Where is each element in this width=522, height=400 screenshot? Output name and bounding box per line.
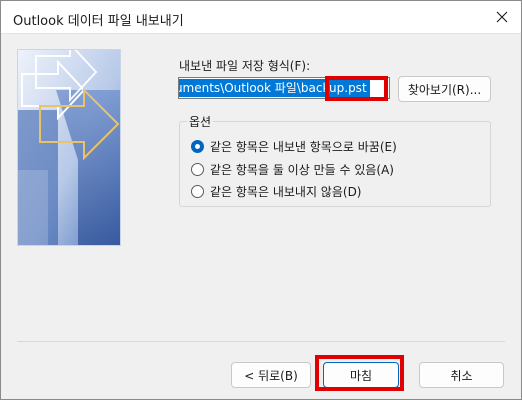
radio-replace-duplicates[interactable] [191, 140, 204, 153]
option-replace-duplicates-label: 같은 항목은 내보낸 항목으로 바꿈(E) [210, 140, 397, 154]
close-icon [496, 11, 508, 23]
close-button[interactable] [487, 4, 517, 30]
option-skip-duplicates[interactable]: 같은 항목은 내보내지 않음(D) [191, 183, 362, 200]
window-title: Outlook 데이터 파일 내보내기 [13, 14, 184, 29]
filename-highlight [325, 76, 388, 101]
radio-skip-duplicates[interactable] [191, 185, 204, 198]
back-button[interactable]: < 뒤로(B) [231, 362, 311, 388]
option-skip-duplicates-label: 같은 항목은 내보내지 않음(D) [210, 185, 362, 199]
footer-divider [17, 341, 505, 342]
title-bar: Outlook 데이터 파일 내보내기 [1, 1, 521, 34]
radio-allow-duplicates[interactable] [191, 163, 204, 176]
export-format-label: 내보낸 파일 저장 형식(F): [179, 59, 311, 73]
options-label: 옵션 [187, 113, 214, 130]
wizard-banner-image [17, 49, 121, 246]
option-allow-duplicates-label: 같은 항목을 둘 이상 만들 수 있음(A) [210, 163, 394, 177]
export-dialog: Outlook 데이터 파일 내보내기 내보낸 파일 저장 형식(F): ocu… [0, 0, 522, 400]
finish-highlight [315, 355, 404, 391]
option-replace-duplicates[interactable]: 같은 항목은 내보낸 항목으로 바꿈(E) [191, 138, 397, 155]
option-allow-duplicates[interactable]: 같은 항목을 둘 이상 만들 수 있음(A) [191, 161, 394, 178]
cancel-button[interactable]: 취소 [419, 362, 504, 388]
browse-button[interactable]: 찾아보기(R)... [398, 76, 491, 102]
